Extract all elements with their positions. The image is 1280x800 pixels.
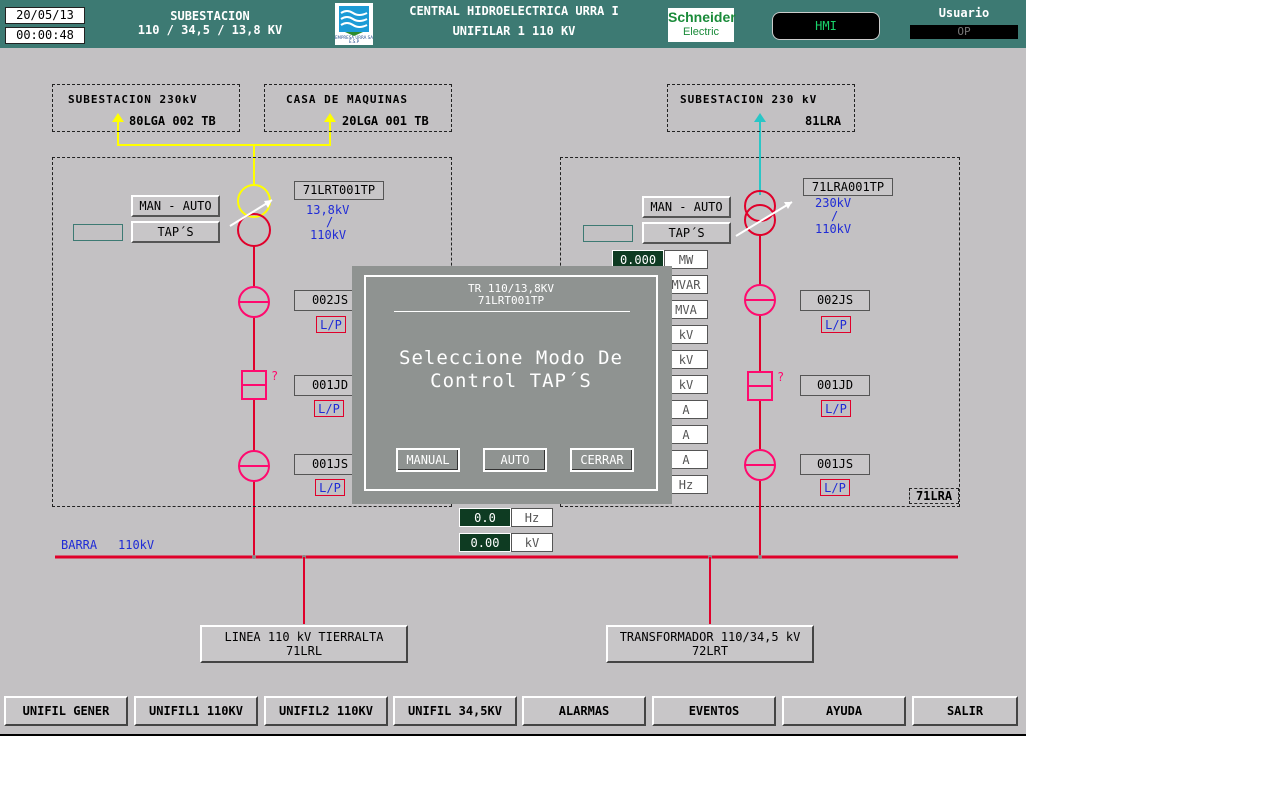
line-tierralta-tag: 71LRL [285, 644, 323, 658]
manual-button[interactable]: MANUAL [396, 448, 460, 472]
measurement-frequency-unit: Hz [511, 508, 553, 527]
left-transformer-tag[interactable]: 71LRT001TP [294, 181, 384, 200]
nav-alarmas[interactable]: ALARMAS [522, 696, 646, 726]
measurement-frequency-value: 0.0 [459, 508, 511, 527]
bottom-navigation: UNIFIL GENER UNIFIL1 110KV UNIFIL2 110KV… [0, 690, 1026, 734]
machine-house-tag: 20LGA 001 TB [342, 114, 429, 128]
measurement-voltage-unit: kV [511, 533, 553, 552]
auto-button[interactable]: AUTO [483, 448, 547, 472]
right-transformer-tag[interactable]: 71LRA001TP [803, 178, 893, 196]
nav-ayuda[interactable]: AYUDA [782, 696, 906, 726]
transformer-72lrt-button[interactable]: TRANSFORMADOR 110/34,5 kV 72LRT [606, 625, 814, 663]
measurement-voltage: 0.00 kV [459, 533, 553, 552]
left-switch-002js-lp[interactable]: L/P [316, 316, 346, 333]
right-switch-001js-lp[interactable]: L/P [820, 479, 850, 496]
nav-salir[interactable]: SALIR [912, 696, 1018, 726]
left-tap-position-field [73, 224, 123, 241]
nav-unifil2-110kv[interactable]: UNIFIL2 110KV [264, 696, 388, 726]
nav-unifil1-110kv[interactable]: UNIFIL1 110KV [134, 696, 258, 726]
dialog-message-line2: Control TAP´S [430, 370, 592, 392]
dialog-divider [394, 311, 630, 312]
left-ratio-low: 110kV [310, 228, 347, 242]
left-breaker-001jd-lp[interactable]: L/P [314, 400, 344, 417]
right-switch-001js[interactable]: 001JS [800, 454, 870, 475]
nav-unifil-gener[interactable]: UNIFIL GENER [4, 696, 128, 726]
measurement-frequency: 0.0 Hz [459, 508, 553, 527]
bus-label-voltage: 110kV [118, 538, 155, 552]
hmi-screen: 20/05/13 00:00:48 SUBESTACION 110 / 34,5… [0, 0, 1026, 736]
transformer-72lrt-title: TRANSFORMADOR 110/34,5 kV [619, 630, 801, 644]
nav-unifil-34-5kv[interactable]: UNIFIL 34,5KV [393, 696, 517, 726]
left-breaker-status: ? [271, 369, 279, 383]
right-taps-button[interactable]: TAP´S [642, 222, 731, 244]
substation-230-tag: 80LGA 002 TB [129, 114, 216, 128]
right-substation-title: SUBESTACION 230 kV [680, 93, 818, 106]
bus-label-name: BARRA [61, 538, 98, 552]
bus-node [758, 555, 762, 559]
right-tap-position-field [583, 225, 633, 242]
left-man-auto-button[interactable]: MAN - AUTO [131, 195, 220, 217]
right-breaker-001jd[interactable]: 001JD [800, 375, 870, 396]
right-man-auto-button[interactable]: MAN - AUTO [642, 196, 731, 218]
dialog-message-line1: Seleccione Modo De [399, 347, 623, 369]
dialog-frame: TR 110/13,8KV 71LRT001TP Seleccione Modo… [364, 275, 658, 491]
left-taps-button[interactable]: TAP´S [131, 221, 220, 243]
right-ratio-high: 230kV [815, 196, 852, 210]
substation-230-title: SUBESTACION 230kV [68, 93, 198, 106]
bottom-strip [0, 734, 1026, 736]
right-bay-tag: 71LRA [909, 488, 959, 504]
right-switch-002js[interactable]: 002JS [800, 290, 870, 311]
measurement-voltage-value: 0.00 [459, 533, 511, 552]
line-tierralta-title: LINEA 110 kV TIERRALTA [224, 630, 384, 644]
close-dialog-button[interactable]: CERRAR [570, 448, 634, 472]
right-breaker-001jd-lp[interactable]: L/P [821, 400, 851, 417]
right-substation-tag: 81LRA [805, 114, 842, 128]
left-ratio-separator: / [326, 215, 334, 229]
tap-mode-dialog: TR 110/13,8KV 71LRT001TP Seleccione Modo… [352, 266, 672, 504]
right-switch-002js-lp[interactable]: L/P [821, 316, 851, 333]
right-ratio-separator: / [831, 209, 839, 223]
right-breaker-status: ? [777, 370, 785, 384]
bus-node [252, 555, 256, 559]
right-ratio-low: 110kV [815, 222, 852, 236]
transformer-72lrt-tag: 72LRT [691, 644, 729, 658]
line-tierralta-button[interactable]: LINEA 110 kV TIERRALTA 71LRL [200, 625, 408, 663]
machine-house-title: CASA DE MAQUINAS [286, 93, 408, 106]
left-switch-001js-lp[interactable]: L/P [315, 479, 345, 496]
dialog-header-line2: 71LRT001TP [477, 294, 545, 307]
nav-eventos[interactable]: EVENTOS [652, 696, 776, 726]
